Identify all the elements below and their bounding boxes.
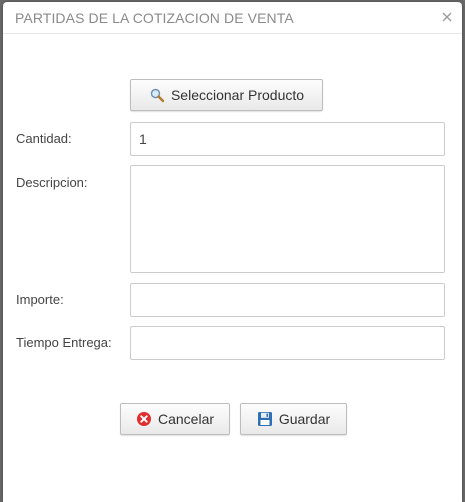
select-product-button[interactable]: Seleccionar Producto <box>130 79 323 111</box>
select-product-label: Seleccionar Producto <box>170 87 305 103</box>
close-icon[interactable] <box>440 10 454 24</box>
save-button[interactable]: Guardar <box>240 403 347 435</box>
description-textarea[interactable] <box>130 165 445 273</box>
quote-items-dialog: PARTIDAS DE LA COTIZACION DE VENTA Selec… <box>3 2 462 502</box>
cancel-circle-icon <box>136 411 152 427</box>
quantity-label: Cantidad: <box>16 131 72 146</box>
description-label: Descripcion: <box>16 175 88 190</box>
delivery-time-input[interactable] <box>130 326 445 360</box>
floppy-disk-icon <box>257 411 273 427</box>
amount-label: Importe: <box>16 292 64 307</box>
quantity-input[interactable] <box>130 122 445 156</box>
cancel-label: Cancelar <box>157 411 215 427</box>
magnifier-icon <box>149 87 165 103</box>
amount-input[interactable] <box>130 283 445 317</box>
save-label: Guardar <box>278 411 331 427</box>
dialog-title: PARTIDAS DE LA COTIZACION DE VENTA <box>15 10 294 26</box>
cancel-button[interactable]: Cancelar <box>120 403 230 435</box>
delivery-time-label: Tiempo Entrega: <box>16 335 112 350</box>
dialog-header: PARTIDAS DE LA COTIZACION DE VENTA <box>3 2 462 34</box>
